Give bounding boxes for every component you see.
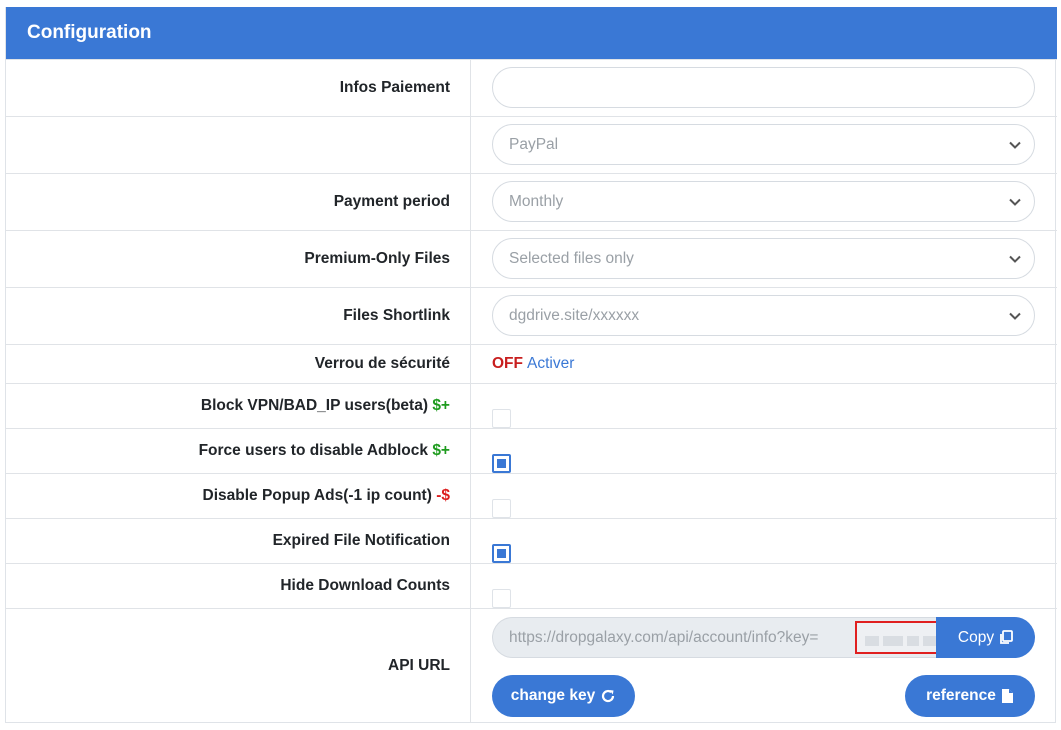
row-disable-popup: Disable Popup Ads(-1 ip count) -$ (6, 473, 1057, 518)
activate-security-link[interactable]: Activer (527, 355, 574, 373)
redacted-key-box (855, 621, 937, 654)
cost-tag: -$ (436, 487, 450, 504)
row-payment-method: PayPal (6, 116, 1057, 173)
reference-button[interactable]: reference (905, 675, 1035, 717)
row-hide-counts: Hide Download Counts (6, 563, 1057, 608)
row-infos-paiement: Infos Paiement (6, 59, 1057, 116)
panel-title: Configuration (6, 7, 1057, 59)
copy-button[interactable]: Copy (936, 617, 1035, 658)
hide-counts-label: Hide Download Counts (6, 564, 471, 608)
chevron-down-icon (1009, 141, 1021, 149)
premium-only-label: Premium-Only Files (6, 231, 471, 287)
chevron-down-icon (1009, 312, 1021, 320)
premium-tag: $+ (432, 397, 450, 414)
file-icon (1001, 689, 1013, 703)
premium-only-value: Selected files only (509, 250, 634, 267)
security-status-badge: OFF (492, 355, 523, 372)
copy-icon (1000, 630, 1013, 644)
row-api-url: API URL https://dropgalaxy.com/api/accou… (6, 608, 1057, 723)
chevron-down-icon (1009, 198, 1021, 206)
row-shortlink: Files Shortlink dgdrive.site/xxxxxx (6, 287, 1057, 344)
security-lock-label: Verrou de sécurité (6, 345, 471, 383)
api-url-label: API URL (6, 609, 471, 723)
api-url-input[interactable]: https://dropgalaxy.com/api/account/info?… (492, 617, 937, 658)
force-adblock-checkbox[interactable] (492, 454, 511, 473)
disable-popup-label: Disable Popup Ads(-1 ip count) -$ (6, 474, 471, 518)
row-force-adblock: Force users to disable Adblock $+ (6, 428, 1057, 473)
copy-button-label: Copy (957, 628, 995, 646)
force-adblock-label: Force users to disable Adblock $+ (6, 429, 471, 473)
refresh-icon (602, 689, 615, 703)
shortlink-value: dgdrive.site/xxxxxx (509, 307, 640, 324)
hide-counts-checkbox[interactable] (492, 589, 511, 608)
configuration-panel: Configuration Infos Paiement PayPal Paym… (5, 7, 1057, 723)
block-vpn-label: Block VPN/BAD_IP users(beta) $+ (6, 384, 471, 428)
block-vpn-checkbox[interactable] (492, 409, 511, 428)
reference-label: reference (926, 687, 996, 704)
row-premium-only: Premium-Only Files Selected files only (6, 230, 1057, 287)
row-payment-period: Payment period Monthly (6, 173, 1057, 230)
disable-popup-label-text: Disable Popup Ads(-1 ip count) (202, 487, 432, 504)
force-adblock-label-text: Force users to disable Adblock (198, 442, 428, 459)
payment-period-label: Payment period (6, 174, 471, 230)
infos-paiement-label: Infos Paiement (6, 60, 471, 116)
premium-only-select[interactable]: Selected files only (492, 238, 1035, 279)
chevron-down-icon (1009, 255, 1021, 263)
row-security-lock: Verrou de sécurité OFF Activer (6, 344, 1057, 383)
shortlink-select[interactable]: dgdrive.site/xxxxxx (492, 295, 1035, 336)
expired-notification-checkbox[interactable] (492, 544, 511, 563)
payment-period-value: Monthly (509, 193, 564, 210)
change-key-label: change key (510, 687, 596, 704)
expired-notification-label: Expired File Notification (6, 519, 471, 563)
row-expired-notification: Expired File Notification (6, 518, 1057, 563)
payment-method-label (6, 117, 471, 173)
row-block-vpn: Block VPN/BAD_IP users(beta) $+ (6, 383, 1057, 428)
infos-paiement-input[interactable] (492, 67, 1035, 108)
premium-tag: $+ (432, 442, 450, 459)
disable-popup-checkbox[interactable] (492, 499, 511, 518)
payment-method-value: PayPal (509, 136, 559, 153)
shortlink-label: Files Shortlink (6, 288, 471, 344)
api-url-value: https://dropgalaxy.com/api/account/info?… (509, 629, 819, 646)
block-vpn-label-text: Block VPN/BAD_IP users(beta) (200, 397, 428, 414)
payment-period-select[interactable]: Monthly (492, 181, 1035, 222)
change-key-button[interactable]: change key (492, 675, 635, 717)
payment-method-select[interactable]: PayPal (492, 124, 1035, 165)
